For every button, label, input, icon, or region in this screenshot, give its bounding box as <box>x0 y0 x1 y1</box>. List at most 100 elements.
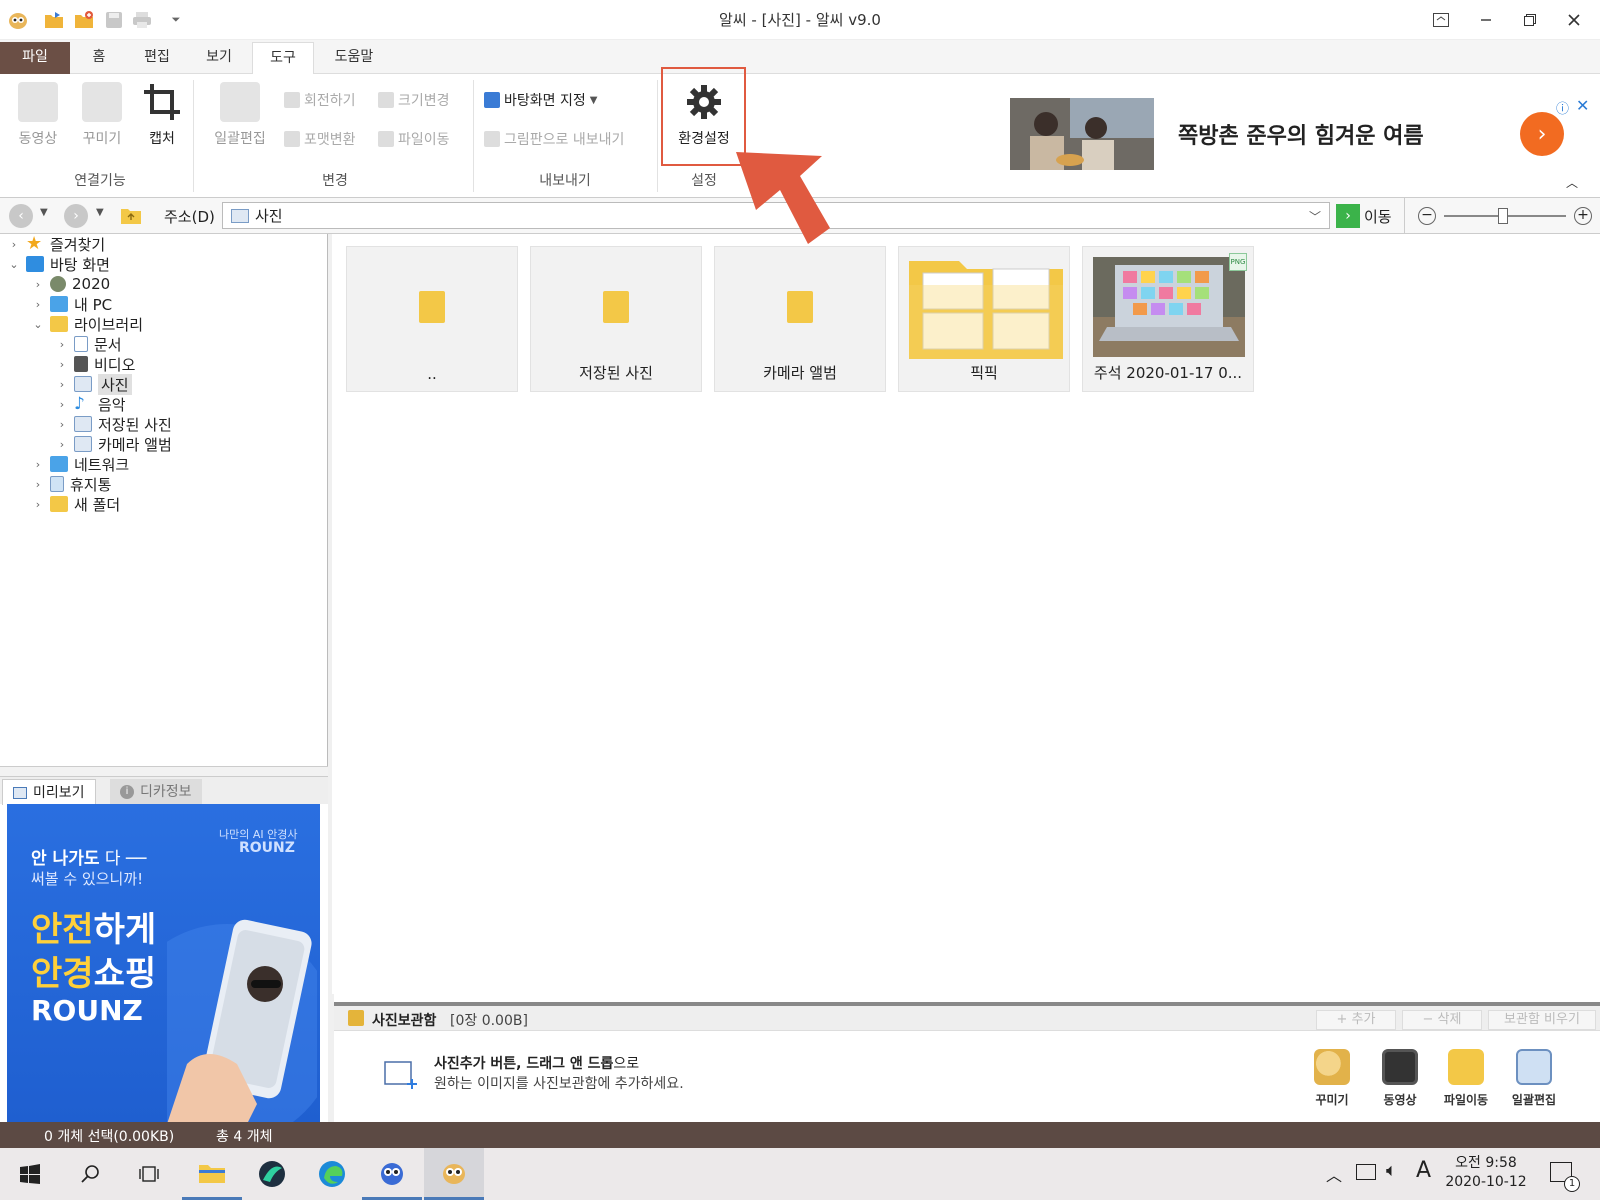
preview-ad[interactable]: 나만의 AI 안경사 ROUNZ 안 나가도 다 ── 써볼 수 있으니까! 안… <box>7 804 320 1122</box>
tree-item-2020[interactable]: › 2020 <box>32 274 110 294</box>
ribbon-display-icon[interactable] <box>1418 0 1463 40</box>
collapse-ribbon-icon[interactable]: ︿ <box>1566 174 1578 191</box>
tree-item-my-pc[interactable]: › 내 PC <box>32 294 112 314</box>
go-icon[interactable]: › <box>1336 204 1360 228</box>
splitter[interactable] <box>0 766 328 776</box>
tray-overflow-icon[interactable]: ︿ <box>1326 1162 1342 1186</box>
tab-preview[interactable]: 미리보기 <box>2 779 96 805</box>
chevron-right-icon[interactable]: › <box>56 438 68 451</box>
status-bar: 0 개체 선택(0.00KB) 총 4 개체 <box>0 1122 1600 1148</box>
tree-item-documents[interactable]: › 문서 <box>56 334 122 354</box>
tree-item-network[interactable]: › 네트워크 <box>32 454 129 474</box>
ime-indicator[interactable]: A <box>1416 1158 1431 1183</box>
video-button[interactable]: 동영상 <box>8 82 68 148</box>
video-action-button[interactable]: 동영상 <box>1372 1049 1428 1108</box>
chevron-right-icon[interactable]: › <box>56 418 68 431</box>
chevron-right-icon[interactable]: › <box>32 478 44 491</box>
zoom-in-icon[interactable]: + <box>1574 207 1592 225</box>
tree-item-favorites[interactable]: › ★ 즐겨찾기 <box>8 234 105 254</box>
tree-item-desktop[interactable]: ⌄ 바탕 화면 <box>8 254 110 274</box>
tree-item-library[interactable]: ⌄ 라이브러리 <box>32 314 143 334</box>
export-paint-button[interactable]: 그림판으로 내보내기 <box>484 129 624 149</box>
ad-info-icon[interactable]: ⓘ <box>1556 98 1569 117</box>
forward-icon[interactable]: › <box>64 204 88 228</box>
folder-item-parent[interactable]: .. <box>346 246 518 392</box>
folder-item-saved-pictures[interactable]: 저장된 사진 <box>530 246 702 392</box>
tree-item-video[interactable]: › 비디오 <box>56 354 136 374</box>
start-icon[interactable] <box>0 1148 60 1200</box>
chevron-right-icon[interactable]: › <box>56 398 68 411</box>
chevron-right-icon[interactable]: › <box>32 498 44 511</box>
back-icon[interactable]: ‹ <box>9 204 33 228</box>
restore-icon[interactable] <box>1507 0 1552 40</box>
tree-item-camera-roll[interactable]: › 카메라 앨범 <box>56 434 172 454</box>
tab-help[interactable]: 도움말 <box>322 42 386 74</box>
chevron-down-icon[interactable]: ⌄ <box>32 318 44 331</box>
up-folder-icon[interactable] <box>120 205 142 225</box>
wallpaper-button[interactable]: 바탕화면 지정 ▼ <box>484 90 597 110</box>
file-move-action-button[interactable]: 파일이동 <box>1438 1049 1494 1108</box>
tree-item-pictures[interactable]: › 사진 <box>56 373 132 395</box>
tab-camera-info[interactable]: i 디카정보 <box>110 779 202 805</box>
ad-banner[interactable]: 쪽방촌 준우의 힘겨운 여름 › ⓘ ✕ <box>1010 96 1592 172</box>
tab-home[interactable]: 홈 <box>78 42 120 74</box>
capture-button[interactable]: 캡처 <box>132 82 192 148</box>
chevron-right-icon[interactable]: › <box>56 358 68 371</box>
chevron-down-icon[interactable]: ⌄ <box>8 258 20 271</box>
go-button[interactable]: 이동 <box>1364 206 1392 227</box>
tab-view[interactable]: 보기 <box>194 42 244 74</box>
format-convert-icon <box>284 131 300 147</box>
decorate-button[interactable]: 꾸미기 <box>72 82 132 148</box>
chevron-right-icon[interactable]: › <box>32 298 44 311</box>
zoom-out-icon[interactable]: − <box>1418 207 1436 225</box>
folder-item-camera-roll[interactable]: 카메라 앨범 <box>714 246 886 392</box>
chevron-right-icon[interactable]: › <box>32 458 44 471</box>
alcapture-icon[interactable] <box>362 1148 422 1200</box>
ad-arrow-icon[interactable]: › <box>1520 112 1564 156</box>
task-view-icon[interactable] <box>120 1148 180 1200</box>
add-button[interactable]: + 추가 <box>1316 1010 1396 1030</box>
folder-item-picpick[interactable]: 픽픽 <box>898 246 1070 392</box>
batch-edit-button[interactable]: 일괄편집 <box>208 82 272 148</box>
zoom-slider-thumb[interactable] <box>1498 208 1508 224</box>
tab-file[interactable]: 파일 <box>0 42 70 74</box>
back-history-dropdown-icon[interactable]: ▼ <box>40 207 48 218</box>
forward-history-dropdown-icon[interactable]: ▼ <box>96 207 104 218</box>
desktop-icon <box>26 256 44 272</box>
alsee-icon[interactable] <box>424 1148 484 1200</box>
clock-date[interactable]: 2020-10-12 <box>1444 1174 1528 1190</box>
tree-item-music[interactable]: › ♪ 음악 <box>56 394 126 414</box>
resize-button[interactable]: 크기변경 <box>378 90 450 110</box>
delete-button[interactable]: − 삭제 <box>1402 1010 1482 1030</box>
tree-item-recycle-bin[interactable]: › 휴지통 <box>32 474 112 494</box>
app-green-icon[interactable] <box>242 1148 302 1200</box>
rotate-button[interactable]: 회전하기 <box>284 90 356 110</box>
search-icon[interactable] <box>60 1148 120 1200</box>
file-explorer-icon[interactable] <box>182 1148 242 1200</box>
chevron-right-icon[interactable]: › <box>56 338 68 351</box>
file-move-button[interactable]: 파일이동 <box>378 129 450 149</box>
tab-edit[interactable]: 편집 <box>132 42 182 74</box>
image-item-annotation[interactable]: PNG 주석 2020-01-17 0... <box>1082 246 1254 392</box>
tree-item-saved-pictures[interactable]: › 저장된 사진 <box>56 414 172 434</box>
chevron-right-icon[interactable]: › <box>8 238 20 251</box>
tree-item-label: 새 폴더 <box>74 495 121 514</box>
network-icon[interactable] <box>1356 1164 1376 1180</box>
chevron-right-icon[interactable]: › <box>32 278 44 291</box>
address-path: 사진 <box>255 207 283 225</box>
format-convert-button[interactable]: 포맷변환 <box>284 129 356 149</box>
close-icon[interactable] <box>1551 0 1596 40</box>
volume-icon[interactable]: 🔈︎ <box>1386 1160 1397 1181</box>
decorate-action-button[interactable]: 꾸미기 <box>1304 1049 1360 1108</box>
address-dropdown-icon[interactable]: ﹀ <box>1309 208 1321 225</box>
tab-tools[interactable]: 도구 <box>252 42 314 75</box>
clear-collection-button[interactable]: 보관함 비우기 <box>1488 1010 1596 1030</box>
add-photo-icon[interactable] <box>384 1061 418 1091</box>
tree-item-new-folder[interactable]: › 새 폴더 <box>32 494 120 514</box>
chevron-right-icon[interactable]: › <box>56 378 68 391</box>
clock-time[interactable]: 오전 9:58 <box>1444 1152 1528 1172</box>
edge-icon[interactable] <box>302 1148 362 1200</box>
minimize-icon[interactable] <box>1463 0 1508 40</box>
ad-close-icon[interactable]: ✕ <box>1576 96 1589 115</box>
batch-edit-action-button[interactable]: 일괄편집 <box>1506 1049 1562 1108</box>
